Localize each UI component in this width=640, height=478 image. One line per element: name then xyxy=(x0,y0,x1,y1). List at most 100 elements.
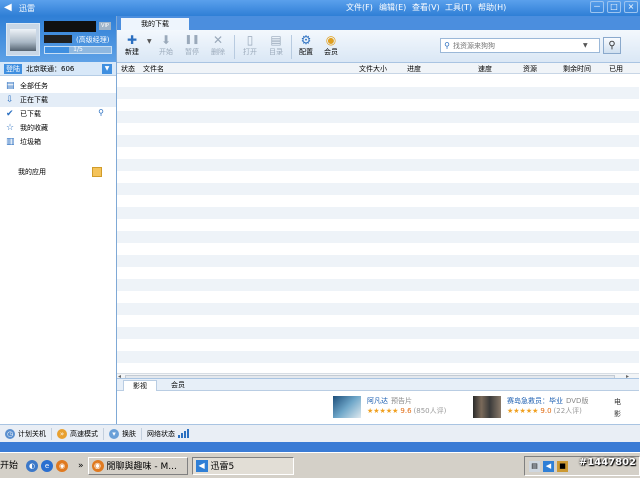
downloading-icon: ⇩ xyxy=(6,95,14,105)
rating-count: (850人评) xyxy=(413,407,447,415)
title-bar: ◀ 迅雷 文件(F) 编辑(E) 查看(V) 工具(T) 帮助(H) － □ × xyxy=(0,0,640,16)
open-button[interactable]: ▯ 打开 xyxy=(239,33,261,57)
skin-button[interactable]: ▾ 换肤 xyxy=(109,427,142,440)
close-button[interactable]: × xyxy=(624,1,638,13)
window-controls: － □ × xyxy=(590,1,638,13)
tray-app-icon[interactable]: ■ xyxy=(557,460,568,472)
login-badge[interactable]: 登陆 xyxy=(4,63,22,74)
nav-item-trash[interactable]: ▥ 垃圾箱 xyxy=(0,135,116,149)
nav-item-label: 垃圾箱 xyxy=(20,138,41,146)
start-button[interactable]: 开始 xyxy=(0,456,22,476)
status-label: 计划关机 xyxy=(18,429,46,438)
new-dropdown-icon[interactable]: ▼ xyxy=(147,38,152,45)
scheduled-shutdown-button[interactable]: ◷ 计划关机 xyxy=(5,427,52,440)
member-button[interactable]: ◉ 会员 xyxy=(320,33,342,57)
status-label: 高速模式 xyxy=(70,429,98,438)
nav-item-favorites[interactable]: ☆ 我的收藏 xyxy=(0,121,116,135)
nav-item-all-tasks[interactable]: ▤ 全部任务 xyxy=(0,79,116,93)
user-level: (高级经理) xyxy=(76,36,110,44)
tab-my-downloads[interactable]: 我的下载 xyxy=(121,18,189,30)
server-dropdown-icon[interactable]: ▼ xyxy=(102,63,112,74)
col-size[interactable]: 文件大小 xyxy=(359,64,387,74)
signal-bars-icon xyxy=(178,429,189,438)
keyboard-icon[interactable]: ▤ xyxy=(529,460,540,472)
avatar[interactable] xyxy=(6,23,40,56)
col-filename[interactable]: 文件名 xyxy=(143,64,164,74)
empty-task-row xyxy=(117,363,639,373)
search-input[interactable] xyxy=(453,41,583,50)
menu-help[interactable]: 帮助(H) xyxy=(478,2,511,13)
movie-poster[interactable] xyxy=(473,396,501,418)
my-apps[interactable]: 我的应用 xyxy=(0,165,116,179)
movie-poster[interactable] xyxy=(333,396,361,418)
network-status[interactable]: 网络状态 xyxy=(147,428,194,440)
taskbar-item-thunder[interactable]: ◀ 迅雷5 xyxy=(191,456,294,475)
col-status[interactable]: 状态 xyxy=(121,64,135,74)
search-dropdown-icon[interactable]: ▼ xyxy=(583,42,588,49)
empty-task-row xyxy=(117,267,639,279)
search-icon[interactable]: ⚲ xyxy=(98,108,104,117)
left-panel: VIP (高级经理) 1/5 登陆 北京联通：606 ▼ ▤ 全部任务 ⇩ 正在… xyxy=(0,16,116,424)
app-title: 迅雷 xyxy=(19,3,35,13)
folder-button[interactable]: ▤ 目录 xyxy=(265,33,287,57)
nav-item-downloaded[interactable]: ✔ 已下载 ⚲ xyxy=(0,107,116,121)
start-button[interactable]: ⬇ 开始 xyxy=(155,33,177,57)
col-elapsed[interactable]: 已用 xyxy=(609,64,623,74)
movie-title[interactable]: 赛岛急救员：毕业 xyxy=(507,397,563,405)
pause-button[interactable]: ❚❚ 暂停 xyxy=(181,33,203,57)
empty-task-row xyxy=(117,75,639,87)
firefox-icon[interactable]: ◉ xyxy=(56,459,68,472)
taskbar-item-browser[interactable]: ◉ 閒聊與趣味 - M... xyxy=(87,456,188,475)
minimize-button[interactable]: － xyxy=(590,1,604,13)
folder-icon: ▤ xyxy=(270,33,282,47)
nav-item-downloading[interactable]: ⇩ 正在下载 xyxy=(0,93,116,107)
empty-task-row xyxy=(117,243,639,255)
new-button[interactable]: ✚ 新建 xyxy=(121,33,143,57)
menu-view[interactable]: 查看(V) xyxy=(412,2,445,13)
col-speed[interactable]: 速度 xyxy=(478,64,492,74)
new-button-label: 新建 xyxy=(125,48,139,56)
delete-button[interactable]: ✕ 删除 xyxy=(207,33,229,57)
col-sources[interactable]: 资源 xyxy=(523,64,537,74)
vip-badge[interactable]: VIP xyxy=(99,22,111,30)
empty-task-row xyxy=(117,171,639,183)
nav-item-label: 正在下载 xyxy=(20,96,48,104)
ie-icon[interactable]: e xyxy=(41,459,53,472)
turbo-mode-button[interactable]: » 高速模式 xyxy=(57,427,104,440)
shirt-icon: ▾ xyxy=(109,428,119,439)
movie-title[interactable]: 阿凡达 xyxy=(367,397,388,405)
empty-task-row xyxy=(117,255,639,267)
member-icon: ◉ xyxy=(325,33,337,47)
settings-button[interactable]: ⚙ 配置 xyxy=(295,33,317,57)
tab-member[interactable]: 会员 xyxy=(161,380,195,391)
dog-search-icon: ⚲ xyxy=(444,41,450,50)
empty-task-row xyxy=(117,219,639,231)
chevron-icon[interactable]: » xyxy=(78,461,84,471)
avatar-image xyxy=(10,29,36,51)
nav-item-label: 我的收藏 xyxy=(20,124,48,132)
col-progress[interactable]: 进度 xyxy=(407,64,421,74)
movie-title-line: 阿凡达 预告片 xyxy=(367,396,412,406)
os-taskbar: 开始 ◐ e ◉ » ◉ 閒聊與趣味 - M... ◀ 迅雷5 ▤ ◀ ■ #1… xyxy=(0,452,640,478)
username-redacted xyxy=(44,21,96,32)
show-desktop-icon[interactable]: ◐ xyxy=(26,459,38,472)
column-header: 状态 文件名 文件大小 进度 速度 资源 剩余时间 已用 xyxy=(117,63,640,74)
menu-edit[interactable]: 编辑(E) xyxy=(379,2,412,13)
tab-movies[interactable]: 影视 xyxy=(123,380,157,391)
movie-rating: ★★★★★ 9.0 (22人评) xyxy=(507,406,582,416)
movie-title-line: 赛岛急救员：毕业 DVD版 xyxy=(507,396,588,406)
rating-count: (22人评) xyxy=(553,407,582,415)
member-button-label: 会员 xyxy=(324,48,338,56)
empty-task-row xyxy=(117,303,639,315)
menu-tools[interactable]: 工具(T) xyxy=(445,2,478,13)
apps-icon[interactable] xyxy=(92,167,102,177)
rating-score: 9.6 xyxy=(400,407,412,415)
menu-file[interactable]: 文件(F) xyxy=(346,2,379,13)
thunder-tray-icon[interactable]: ◀ xyxy=(543,460,554,472)
thunder-icon: ◀ xyxy=(195,459,208,472)
my-apps-label: 我的应用 xyxy=(18,168,46,176)
col-remaining[interactable]: 剩余时间 xyxy=(563,64,591,74)
level-progress-label: 1/5 xyxy=(73,46,83,53)
maximize-button[interactable]: □ xyxy=(607,1,621,13)
search-button[interactable]: ⚲ xyxy=(603,37,621,54)
